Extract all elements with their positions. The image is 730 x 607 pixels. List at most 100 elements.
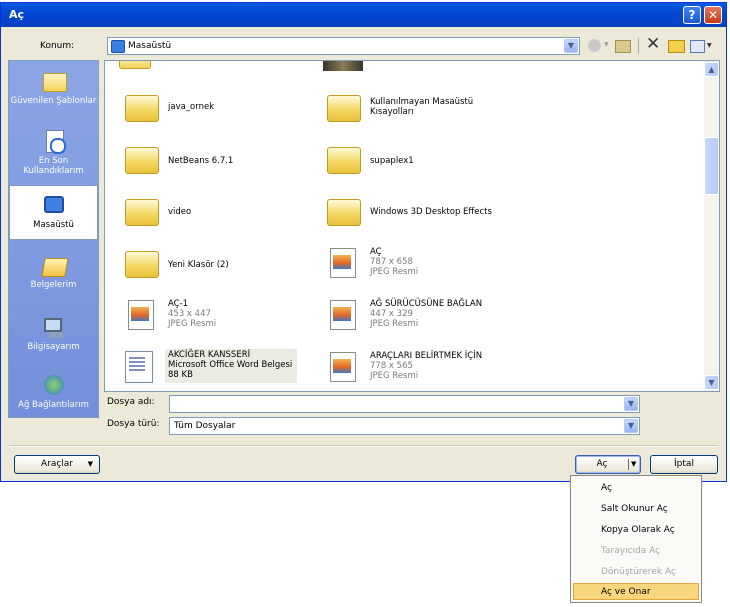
image-thumbnail-icon xyxy=(323,61,363,71)
chevron-down-icon[interactable]: ▼ xyxy=(631,456,636,473)
menu-item-open-and-repair[interactable]: Aç ve Onar xyxy=(601,587,651,597)
desktop-icon xyxy=(111,40,125,53)
chevron-down-icon[interactable]: ▼ xyxy=(564,39,578,53)
open-label: Aç xyxy=(596,459,608,469)
image-file-icon xyxy=(324,297,360,331)
my-documents-icon xyxy=(40,253,69,277)
back-icon[interactable] xyxy=(588,39,601,52)
folder-icon xyxy=(122,245,159,279)
open-options-menu: Aç Salt Okunur Aç Kopya Olarak Aç Tarayı… xyxy=(570,475,702,603)
file-item[interactable]: video xyxy=(115,187,315,235)
image-file-icon xyxy=(324,349,360,383)
filename-input[interactable]: ▼ xyxy=(169,395,640,413)
cancel-label: İptal xyxy=(674,459,694,469)
filetype-value: Tüm Dosyalar xyxy=(174,421,236,431)
word-document-icon xyxy=(122,349,158,383)
place-my-documents[interactable]: Belgelerim xyxy=(9,253,98,290)
filetype-select[interactable]: Tüm Dosyalar ▼ xyxy=(169,417,640,435)
file-item[interactable]: supaplex1 xyxy=(317,135,517,183)
file-name: AÇ-1 xyxy=(168,299,189,309)
filename-label: Dosya adı: xyxy=(107,397,155,407)
network-icon xyxy=(41,373,67,397)
chevron-down-icon: ▼ xyxy=(87,460,93,468)
back-dropdown-icon[interactable]: ▼ xyxy=(604,41,609,48)
place-my-computer[interactable]: Bilgisayarım xyxy=(9,315,98,352)
file-item[interactable]: AÇ-1 453 x 447 JPEG Resmi xyxy=(115,291,315,339)
open-dialog: Aç ? ✕ Konum: Masaüstü ▼ ▼ ✕ ▼ Güvenilen… xyxy=(0,2,727,482)
place-label: Bilgisayarım xyxy=(27,342,80,352)
file-list[interactable]: java_ornek Kullanılmayan Masaüstü Kısayol… xyxy=(104,60,720,392)
split-divider xyxy=(628,459,629,470)
file-type: Microsoft Office Word Belgesi xyxy=(168,360,293,370)
file-size: 88 KB xyxy=(168,370,193,380)
location-value: Masaüstü xyxy=(128,41,172,51)
file-type: JPEG Resmi xyxy=(168,319,217,329)
file-name: Windows 3D Desktop Effects xyxy=(370,207,492,217)
cancel-button[interactable]: İptal xyxy=(650,455,718,474)
places-bar: Güvenilen Şablonlar En Son Kullandıkları… xyxy=(8,60,99,418)
file-dimensions: 778 x 565 xyxy=(370,361,413,371)
folder-icon xyxy=(324,141,361,175)
window-title: Aç xyxy=(9,8,25,21)
location-combo[interactable]: Masaüstü ▼ xyxy=(107,37,580,55)
place-label: En Son Kullandıklarım xyxy=(23,156,84,176)
my-computer-icon xyxy=(41,315,67,339)
menu-item-open[interactable]: Aç xyxy=(601,483,612,493)
folder-icon xyxy=(122,89,159,123)
divider xyxy=(638,38,639,54)
filetype-label: Dosya türü: xyxy=(107,419,160,429)
file-item[interactable]: NetBeans 6.7.1 xyxy=(115,135,315,183)
tools-label: Araçlar xyxy=(40,459,74,469)
menu-item-open-as-copy[interactable]: Kopya Olarak Aç xyxy=(601,525,675,535)
file-item[interactable]: ARAÇLARI BELİRTMEK İÇİN 778 x 565 JPEG Res… xyxy=(317,343,517,391)
new-folder-icon[interactable] xyxy=(668,40,685,53)
chevron-down-icon[interactable]: ▼ xyxy=(624,397,638,411)
place-label: Belgelerim xyxy=(30,280,77,290)
menu-item-open-with-transform: Dönüştürerek Aç xyxy=(601,567,676,577)
file-dimensions: 447 x 329 xyxy=(370,309,413,319)
image-file-icon xyxy=(324,245,360,279)
file-name: Yeni Klasör (2) xyxy=(168,260,229,270)
recent-documents-icon xyxy=(41,129,67,154)
title-bar[interactable]: Aç ? ✕ xyxy=(1,3,726,27)
views-dropdown-icon[interactable]: ▼ xyxy=(707,42,712,49)
folder-icon xyxy=(324,193,361,227)
file-name: java_ornek xyxy=(168,102,215,112)
vertical-scrollbar[interactable]: ▲ ▼ xyxy=(704,61,719,391)
chevron-down-icon[interactable]: ▼ xyxy=(624,419,638,433)
help-button[interactable]: ? xyxy=(683,6,701,24)
file-type: JPEG Resmi xyxy=(370,267,419,277)
place-label: Masaüstü xyxy=(33,220,74,230)
scroll-thumb[interactable] xyxy=(704,137,719,195)
folder-icon xyxy=(41,69,67,93)
place-trusted-templates[interactable]: Güvenilen Şablonlar xyxy=(9,69,98,106)
place-network[interactable]: Ağ Bağlantılarım xyxy=(9,373,98,410)
file-item[interactable]: Yeni Klasör (2) xyxy=(115,239,315,287)
menu-item-open-read-only[interactable]: Salt Okunur Aç xyxy=(601,504,668,514)
close-button[interactable]: ✕ xyxy=(704,6,722,24)
views-icon[interactable] xyxy=(690,40,705,53)
divider xyxy=(9,445,718,447)
file-item[interactable]: Kullanılmayan Masaüstü Kısayolları xyxy=(317,83,517,131)
desktop-icon xyxy=(41,193,67,217)
menu-item-open-in-browser: Tarayıcıda Aç xyxy=(601,546,661,556)
file-name: AĞ SÜRÜCÜSÜNE BAĞLAN xyxy=(370,299,483,309)
file-name: AKCİĞER KANSSERİ xyxy=(168,350,251,360)
file-item[interactable]: AÇ 787 x 658 JPEG Resmi xyxy=(317,239,517,287)
place-desktop[interactable]: Masaüstü xyxy=(9,185,98,240)
file-name-line2: Kısayolları xyxy=(370,107,414,117)
file-item[interactable]: Windows 3D Desktop Effects xyxy=(317,187,517,235)
up-folder-icon[interactable] xyxy=(615,40,631,53)
scroll-up-icon[interactable]: ▲ xyxy=(704,62,719,77)
open-split-button[interactable]: Aç ▼ xyxy=(575,455,641,474)
file-item[interactable]: AKCİĞER KANSSERİ Microsoft Office Word Be… xyxy=(115,343,297,391)
file-item[interactable]: AĞ SÜRÜCÜSÜNE BAĞLAN 447 x 329 JPEG Resmi xyxy=(317,291,517,339)
folder-icon xyxy=(122,193,159,227)
file-dimensions: 787 x 658 xyxy=(370,257,413,267)
scroll-down-icon[interactable]: ▼ xyxy=(704,375,719,390)
file-item[interactable]: java_ornek xyxy=(115,83,315,131)
file-name: video xyxy=(168,207,192,217)
tools-button[interactable]: Araçlar ▼ xyxy=(14,455,100,474)
place-recent[interactable]: En Son Kullandıklarım xyxy=(9,129,98,176)
delete-icon[interactable]: ✕ xyxy=(646,34,660,54)
